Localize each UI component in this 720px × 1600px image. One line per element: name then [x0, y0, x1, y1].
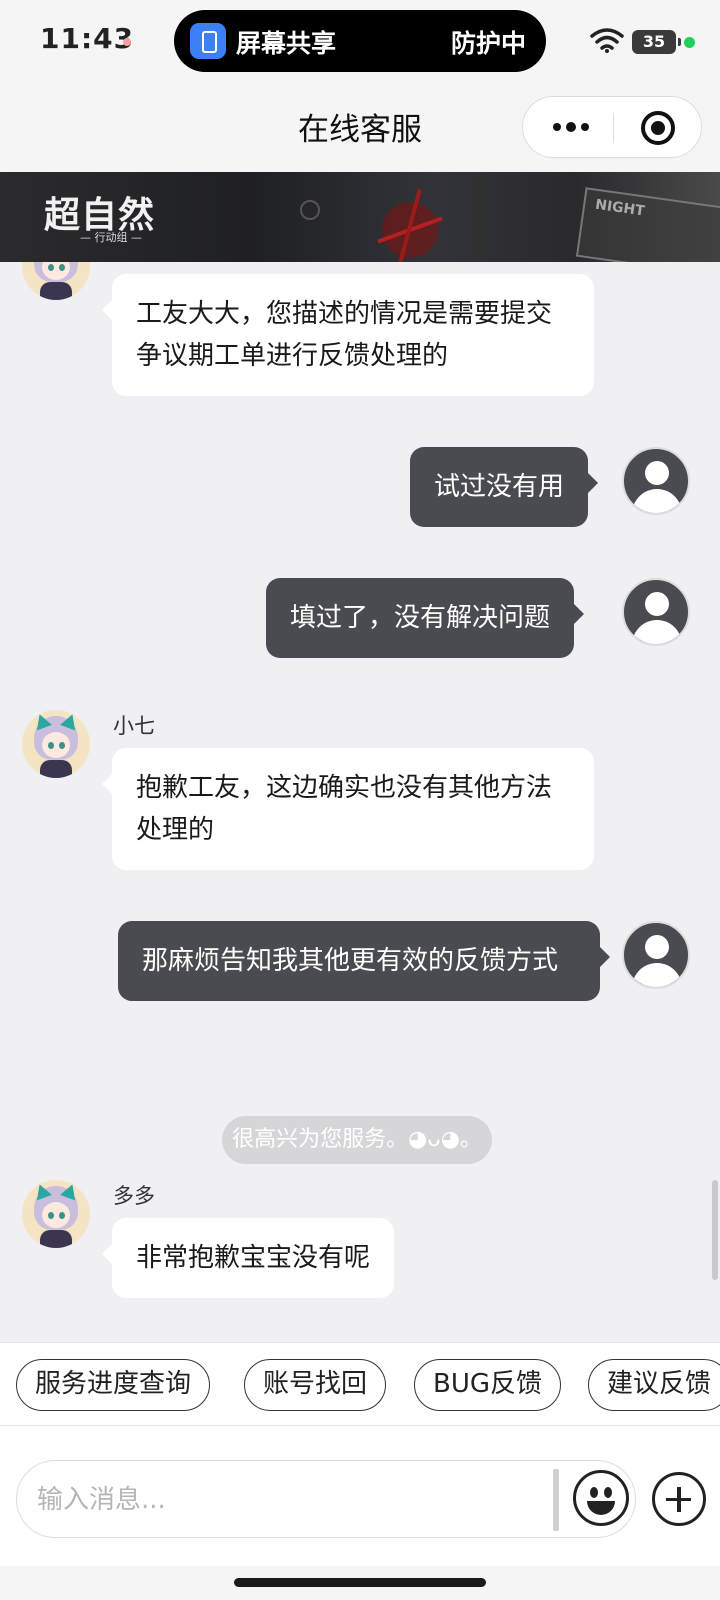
- recording-dot-icon: [123, 38, 131, 46]
- banner-cross-decoration: [382, 202, 438, 258]
- game-banner: 超自然 — 行动组 — NIGHT: [0, 172, 720, 262]
- agent-message-bubble[interactable]: 工友大大，您描述的情况是需要提交争议期工单进行反馈处理的: [102, 274, 594, 396]
- user-message-bubble[interactable]: 填过了，没有解决问题: [266, 578, 585, 658]
- status-bar: 11:43 屏幕共享 防护中 35: [0, 0, 720, 84]
- banner-night-card: NIGHT: [575, 187, 720, 262]
- user-avatar[interactable]: [622, 447, 690, 515]
- agent-message-bubble[interactable]: 抱歉工友，这边确实也没有其他方法处理的: [102, 748, 594, 870]
- quick-reply-account-recovery[interactable]: 账号找回: [244, 1359, 387, 1411]
- quick-reply-bug-report[interactable]: BUG反馈: [414, 1359, 562, 1411]
- capsule-divider: [613, 113, 614, 143]
- nav-bar: 在线客服: [0, 84, 720, 172]
- user-message-bubble[interactable]: 试过没有用: [410, 447, 599, 527]
- quick-reply-bar: 服务进度查询 账号找回 BUG反馈 建议反馈: [0, 1342, 720, 1426]
- wifi-icon: [590, 28, 624, 53]
- battery-icon: 35: [632, 30, 681, 54]
- agent-avatar[interactable]: [22, 262, 90, 300]
- home-bar: [0, 1566, 720, 1600]
- close-miniprogram-icon[interactable]: [641, 111, 675, 145]
- privacy-indicator-dot: [684, 37, 695, 48]
- chat-area[interactable]: 工友大大，您描述的情况是需要提交争议期工单进行反馈处理的 试过没有用 填过了，没…: [0, 262, 720, 1342]
- user-message-bubble[interactable]: 那麻烦告知我其他更有效的反馈方式: [118, 921, 610, 1001]
- screen-share-icon: [190, 23, 226, 59]
- quick-reply-suggestion[interactable]: 建议反馈: [588, 1359, 720, 1411]
- message-input-placeholder: 输入消息...: [37, 1485, 166, 1515]
- chat-scrollbar[interactable]: [712, 1180, 718, 1280]
- screen-share-pill[interactable]: 屏幕共享 防护中: [174, 10, 546, 72]
- miniprogram-capsule: [522, 96, 702, 158]
- user-avatar[interactable]: [622, 921, 690, 989]
- input-caret: [553, 1469, 559, 1531]
- more-options-icon[interactable]: [543, 97, 599, 157]
- protection-label: 防护中: [450, 29, 526, 58]
- emoji-icon[interactable]: [573, 1470, 629, 1526]
- message-input[interactable]: 输入消息...: [16, 1460, 636, 1538]
- banner-logo-sub: — 行动组 —: [80, 231, 142, 244]
- agent-avatar[interactable]: [22, 1180, 90, 1248]
- agent-name: 小七: [113, 714, 155, 738]
- home-indicator[interactable]: [234, 1578, 486, 1587]
- agent-name: 多多: [113, 1184, 155, 1208]
- plus-icon[interactable]: [652, 1472, 706, 1526]
- input-bar: 输入消息...: [0, 1426, 720, 1566]
- status-time: 11:43: [40, 22, 135, 55]
- quick-reply-service-progress[interactable]: 服务进度查询: [16, 1359, 211, 1411]
- system-tip: 很高兴为您服务。◕ᴗ◕。: [222, 1116, 492, 1164]
- screen-share-label: 屏幕共享: [236, 29, 337, 58]
- agent-message-bubble[interactable]: 非常抱歉宝宝没有呢: [101, 1218, 395, 1298]
- user-avatar[interactable]: [622, 578, 690, 646]
- banner-target-decoration: [300, 200, 320, 220]
- agent-avatar[interactable]: [22, 710, 90, 778]
